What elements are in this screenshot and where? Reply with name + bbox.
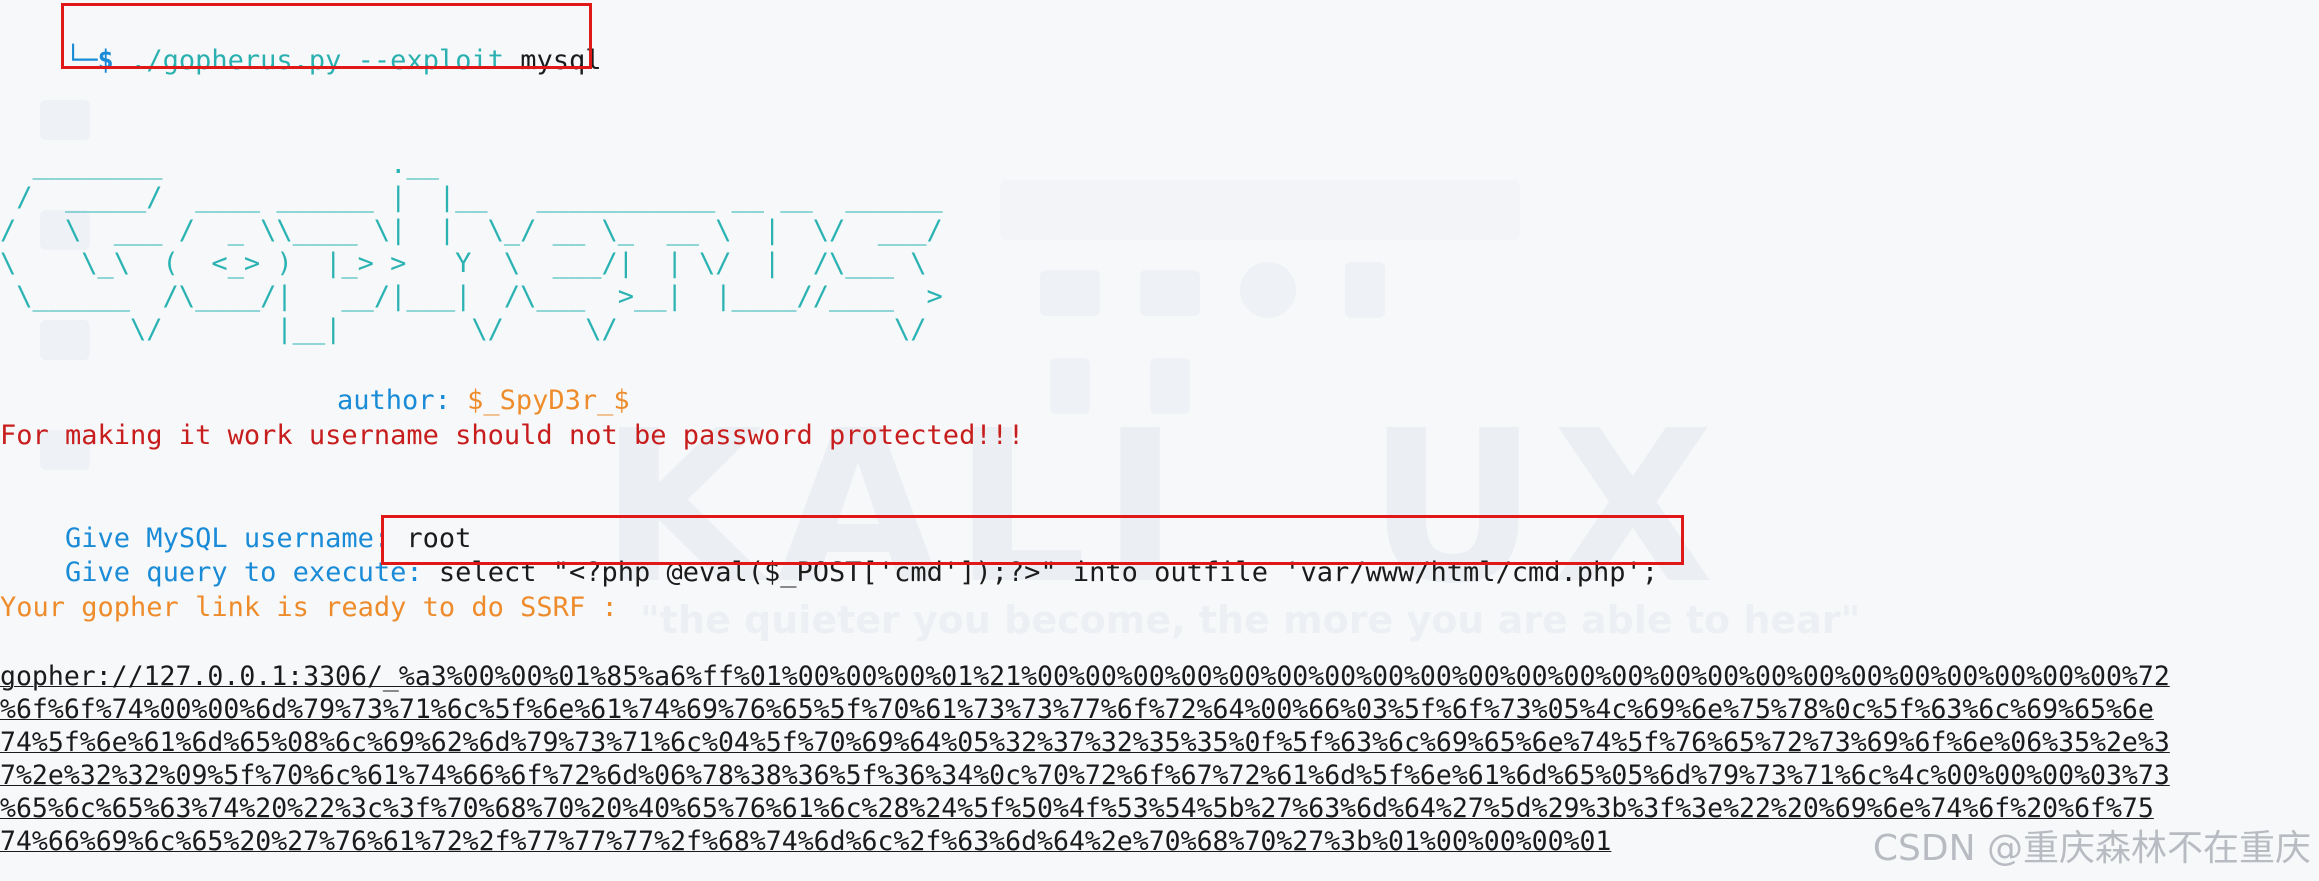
file-manager-toolbar [1000, 180, 1520, 240]
gopher-link-line[interactable]: %65%6c%65%63%74%20%22%3c%3f%70%68%70%20%… [0, 792, 2154, 825]
csdn-watermark: CSDN @重庆森林不在重庆 [1872, 828, 2311, 869]
desktop-file-icon [1345, 262, 1385, 318]
query-highlight-box [381, 515, 1684, 565]
terminal-window[interactable]: KALI UX "the quieter you become, the mor… [0, 0, 2319, 881]
author-name: $_SpyD3r_$ [467, 385, 630, 416]
desktop-file-icon [1040, 270, 1100, 316]
gopher-link-line[interactable]: 7%2e%32%32%09%5f%70%6c%61%74%66%6f%72%6d… [0, 759, 2170, 792]
query-prompt: Give query to execute: [65, 557, 423, 588]
gopher-link-line[interactable]: 74%66%69%6c%65%20%27%76%61%72%2f%77%77%7… [0, 825, 1611, 858]
desktop-file-icon [1140, 270, 1200, 316]
author-label: author: [337, 385, 451, 416]
desktop-file-icon [1240, 262, 1296, 318]
gopher-link-line[interactable]: gopher://127.0.0.1:3306/_%a3%00%00%01%85… [0, 660, 2170, 693]
command-highlight-box [61, 3, 592, 69]
warning-text: For making it work username should not b… [0, 420, 1025, 451]
gopherus-ascii-banner: ________ .__ / _____/ ____ ______ | |__ … [0, 149, 943, 345]
ready-message: Your gopher link is ready to do SSRF : [0, 592, 618, 623]
gopher-link-line[interactable]: %6f%6f%74%00%00%6d%79%73%71%6c%5f%6e%61%… [0, 693, 2154, 726]
gopher-link-line[interactable]: 74%5f%6e%61%6d%65%08%6c%69%62%6d%79%73%7… [0, 726, 2170, 759]
